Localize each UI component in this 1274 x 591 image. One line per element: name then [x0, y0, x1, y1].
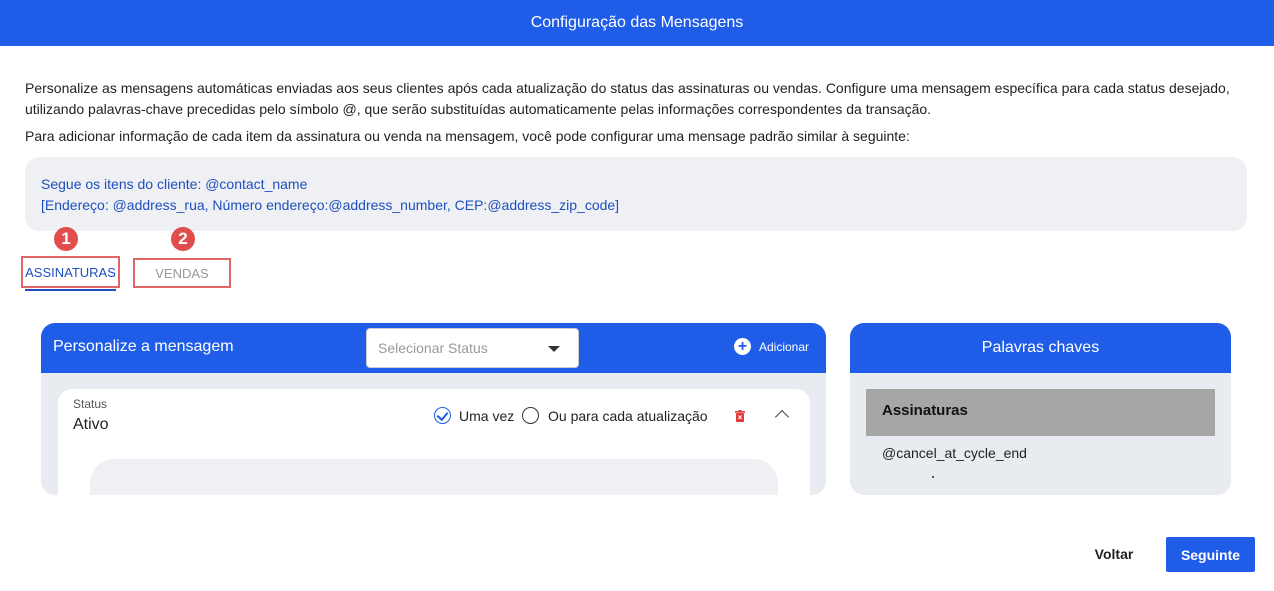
- example-line-1: Segue os itens do cliente: @contact_name: [41, 176, 308, 192]
- keyword-item[interactable]: @cancel_at_cycle_end: [882, 445, 1027, 461]
- status-message-card: Status Ativo Uma vez Ou para cada atuali…: [58, 389, 810, 495]
- keywords-panel-title: Palavras chaves: [850, 323, 1231, 373]
- example-message-box: Segue os itens do cliente: @contact_name…: [25, 157, 1247, 231]
- keywords-section-header: Assinaturas: [866, 389, 1215, 436]
- intro-paragraph-2: Para adicionar informação de cada item d…: [25, 128, 910, 144]
- back-button[interactable]: Voltar: [1081, 537, 1147, 571]
- add-message-button[interactable]: + Adicionar: [734, 338, 809, 355]
- status-select[interactable]: Selecionar Status: [366, 328, 579, 368]
- keywords-panel: Palavras chaves Assinaturas @cancel_at_c…: [850, 323, 1231, 495]
- caret-down-icon: [548, 346, 560, 352]
- radio-circle-icon[interactable]: [522, 407, 539, 424]
- trash-icon[interactable]: [735, 410, 745, 422]
- tab-assinaturas[interactable]: ASSINATURAS: [21, 256, 120, 288]
- page-title: Configuração das Mensagens: [530, 14, 744, 31]
- example-line-2: [Endereço: @address_rua, Número endereço…: [41, 197, 620, 213]
- active-tab-indicator: [25, 289, 116, 291]
- next-button[interactable]: Seguinte: [1166, 537, 1255, 572]
- checked-circle-icon[interactable]: [434, 407, 451, 424]
- message-panel-header: Personalize a mensagem Selecionar Status…: [41, 323, 826, 373]
- add-message-label: Adicionar: [759, 339, 810, 354]
- option-each-label: Ou para cada atualização: [548, 407, 708, 424]
- message-panel: Personalize a mensagem Selecionar Status…: [41, 323, 826, 495]
- annotation-badge-2: 2: [171, 227, 195, 251]
- option-once[interactable]: Uma vez: [434, 407, 514, 424]
- tab-vendas[interactable]: VENDAS: [133, 258, 231, 288]
- message-editor-area[interactable]: [90, 459, 778, 495]
- scroll-indicator: [932, 476, 934, 478]
- option-each-update[interactable]: Ou para cada atualização: [522, 407, 708, 424]
- status-label: Status: [73, 397, 108, 411]
- status-value: Ativo: [73, 416, 109, 433]
- option-once-label: Uma vez: [459, 407, 515, 424]
- message-panel-title: Personalize a mensagem: [53, 338, 234, 355]
- status-select-placeholder: Selecionar Status: [378, 340, 488, 356]
- annotation-badge-1: 1: [54, 227, 78, 251]
- intro-paragraph: Personalize as mensagens automáticas env…: [25, 80, 1230, 117]
- chevron-up-icon[interactable]: [774, 409, 790, 425]
- plus-circle-icon: +: [734, 338, 751, 355]
- header-bar: Configuração das Mensagens: [0, 0, 1274, 46]
